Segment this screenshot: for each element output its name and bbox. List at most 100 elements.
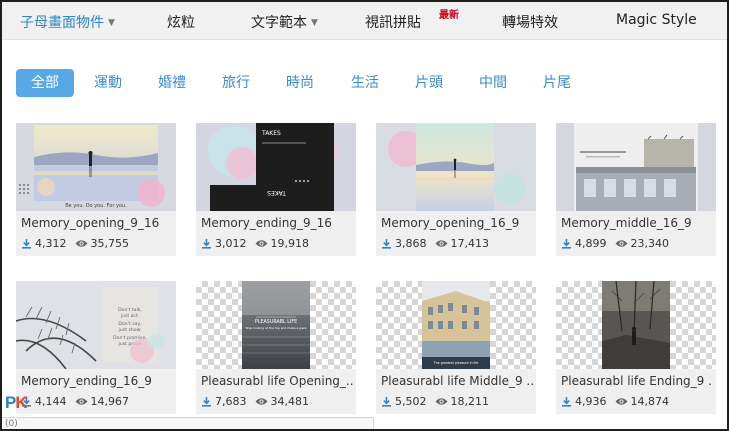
nav-item-label: 文字範本 xyxy=(251,15,307,31)
thumbnail-image: Be you. Do you. For you. xyxy=(19,125,165,209)
view-count: 14,967 xyxy=(90,395,130,408)
template-stats: 3,868 17,413 xyxy=(381,237,497,250)
nav-item-label: 視訊拼貼 xyxy=(365,15,421,31)
template-card[interactable]: The greatest pleasure in life Pleasurabl… xyxy=(376,281,536,414)
template-title[interactable]: Pleasurabl life Opening_... xyxy=(201,374,353,388)
eye-icon xyxy=(75,398,87,405)
thumbnail-image: TAKES TAKES xyxy=(196,123,356,211)
view-count: 34,481 xyxy=(270,395,310,408)
template-stats: 5,502 18,211 xyxy=(381,395,497,408)
nav-item-label: 子母畫面物件 xyxy=(20,15,104,31)
download-icon xyxy=(382,239,391,249)
template-thumbnail[interactable] xyxy=(556,123,716,211)
thumbnail-image xyxy=(376,123,536,211)
download-icon xyxy=(562,239,571,249)
view-count: 14,874 xyxy=(630,395,670,408)
eye-icon xyxy=(435,398,447,405)
template-title[interactable]: Memory_ending_9_16 xyxy=(201,216,353,230)
nav-item-particles[interactable]: 炫粒 xyxy=(167,12,195,32)
download-icon xyxy=(562,397,571,407)
template-title[interactable]: Memory_ending_16_9 xyxy=(21,374,173,388)
tab-sports[interactable]: 運動 xyxy=(90,69,126,97)
download-icon xyxy=(202,397,211,407)
template-stats: 3,012 19,918 xyxy=(201,237,317,250)
download-count: 3,868 xyxy=(395,237,427,250)
tab-opening[interactable]: 片頭 xyxy=(411,69,447,97)
download-count: 4,899 xyxy=(575,237,607,250)
tab-ending[interactable]: 片尾 xyxy=(539,69,575,97)
download-icon xyxy=(22,239,31,249)
download-count: 3,012 xyxy=(215,237,247,250)
eye-icon xyxy=(255,398,267,405)
template-title[interactable]: Memory_opening_9_16 xyxy=(21,216,173,230)
thumbnail-image: Don't talk, just act. Don't say, just sh… xyxy=(16,281,176,369)
thumbnail-caption: Don't say, xyxy=(118,321,142,327)
template-thumbnail[interactable]: TAKES TAKES xyxy=(196,123,356,211)
template-stats: 4,144 14,967 xyxy=(21,395,137,408)
template-card[interactable]: Be you. Do you. For you. Memory_opening_… xyxy=(16,123,176,256)
template-stats: 4,899 23,340 xyxy=(561,237,677,250)
template-thumbnail[interactable] xyxy=(376,123,536,211)
status-bar: (0) xyxy=(2,417,374,429)
template-stats: 4,936 14,874 xyxy=(561,395,677,408)
thumbnail-caption: PLEASURABL LIFE xyxy=(255,319,297,325)
template-title[interactable]: Memory_opening_16_9 xyxy=(381,216,533,230)
view-count: 23,340 xyxy=(630,237,670,250)
nav-item-video-collage[interactable]: 視訊拼貼 xyxy=(365,12,421,32)
thumbnail-caption: TAKES xyxy=(261,130,281,137)
nav-item-label: 轉場特效 xyxy=(502,15,558,31)
template-card[interactable]: TAKES TAKES Memory_ending_9_16 3,012 19,… xyxy=(196,123,356,256)
nav-item-title-templates[interactable]: 文字範本 ▼ xyxy=(251,12,318,32)
tab-life[interactable]: 生活 xyxy=(347,69,383,97)
template-thumbnail[interactable] xyxy=(556,281,716,369)
download-count: 7,683 xyxy=(215,395,247,408)
top-nav: 子母畫面物件 ▼ 炫粒 文字範本 ▼ 視訊拼貼 最新 轉場特效 Magic Styl… xyxy=(2,2,727,40)
tab-middle[interactable]: 中間 xyxy=(475,69,511,97)
eye-icon xyxy=(75,240,87,247)
template-title[interactable]: Memory_middle_16_9 xyxy=(561,216,713,230)
thumbnail-image xyxy=(602,281,670,369)
template-stats: 7,683 34,481 xyxy=(201,395,317,408)
caret-down-icon: ▼ xyxy=(108,18,115,28)
nav-item-magic-style[interactable]: Magic Style xyxy=(616,12,697,28)
nav-item-label: 炫粒 xyxy=(167,15,195,31)
tab-all[interactable]: 全部 xyxy=(16,69,74,97)
caret-down-icon: ▼ xyxy=(311,18,318,28)
eye-icon xyxy=(255,240,267,247)
template-title[interactable]: Pleasurabl life Middle_9 ... xyxy=(381,374,533,388)
eye-icon xyxy=(615,398,627,405)
template-thumbnail[interactable]: Don't talk, just act. Don't say, just sh… xyxy=(16,281,176,369)
template-stats: 4,312 35,755 xyxy=(21,237,137,250)
download-icon xyxy=(202,239,211,249)
tab-fashion[interactable]: 時尚 xyxy=(282,69,318,97)
nav-item-pip-objects[interactable]: 子母畫面物件 ▼ xyxy=(20,12,115,32)
template-thumbnail[interactable]: Be you. Do you. For you. xyxy=(16,123,176,211)
nav-item-label: Magic Style xyxy=(616,12,697,28)
logo-letter-k: K xyxy=(15,393,27,412)
template-card[interactable]: PLEASURABL LIFE Stop looking at the fog … xyxy=(196,281,356,414)
thumbnail-caption: TAKES xyxy=(267,189,287,196)
tab-wedding[interactable]: 婚禮 xyxy=(154,69,190,97)
tab-travel[interactable]: 旅行 xyxy=(218,69,254,97)
template-card[interactable]: Memory_middle_16_9 4,899 23,340 xyxy=(556,123,716,256)
eye-icon xyxy=(435,240,447,247)
thumbnail-caption: The greatest pleasure in life xyxy=(433,361,479,365)
thumbnail-caption: Don't talk, xyxy=(118,307,142,313)
download-count: 4,936 xyxy=(575,395,607,408)
nav-item-transitions[interactable]: 轉場特效 xyxy=(502,12,558,32)
template-thumbnail[interactable]: The greatest pleasure in life xyxy=(376,281,536,369)
view-count: 18,211 xyxy=(450,395,490,408)
thumbnail-image: The greatest pleasure in life xyxy=(422,281,490,369)
thumbnail-caption: Be you. Do you. For you. xyxy=(65,203,127,209)
view-count: 19,918 xyxy=(270,237,310,250)
download-count: 4,144 xyxy=(35,395,67,408)
thumbnail-caption: just act. xyxy=(120,313,139,319)
thumbnail-caption: just show. xyxy=(118,327,142,333)
template-card[interactable]: Memory_opening_16_9 3,868 17,413 xyxy=(376,123,536,256)
view-count: 17,413 xyxy=(450,237,490,250)
pk-logo: PK xyxy=(5,393,28,413)
template-thumbnail[interactable]: PLEASURABL LIFE Stop looking at the fog … xyxy=(196,281,356,369)
template-title[interactable]: Pleasurabl life Ending_9 ... xyxy=(561,374,713,388)
template-card[interactable]: Pleasurabl life Ending_9 ... 4,936 14,87… xyxy=(556,281,716,414)
template-card[interactable]: Don't talk, just act. Don't say, just sh… xyxy=(16,281,176,414)
